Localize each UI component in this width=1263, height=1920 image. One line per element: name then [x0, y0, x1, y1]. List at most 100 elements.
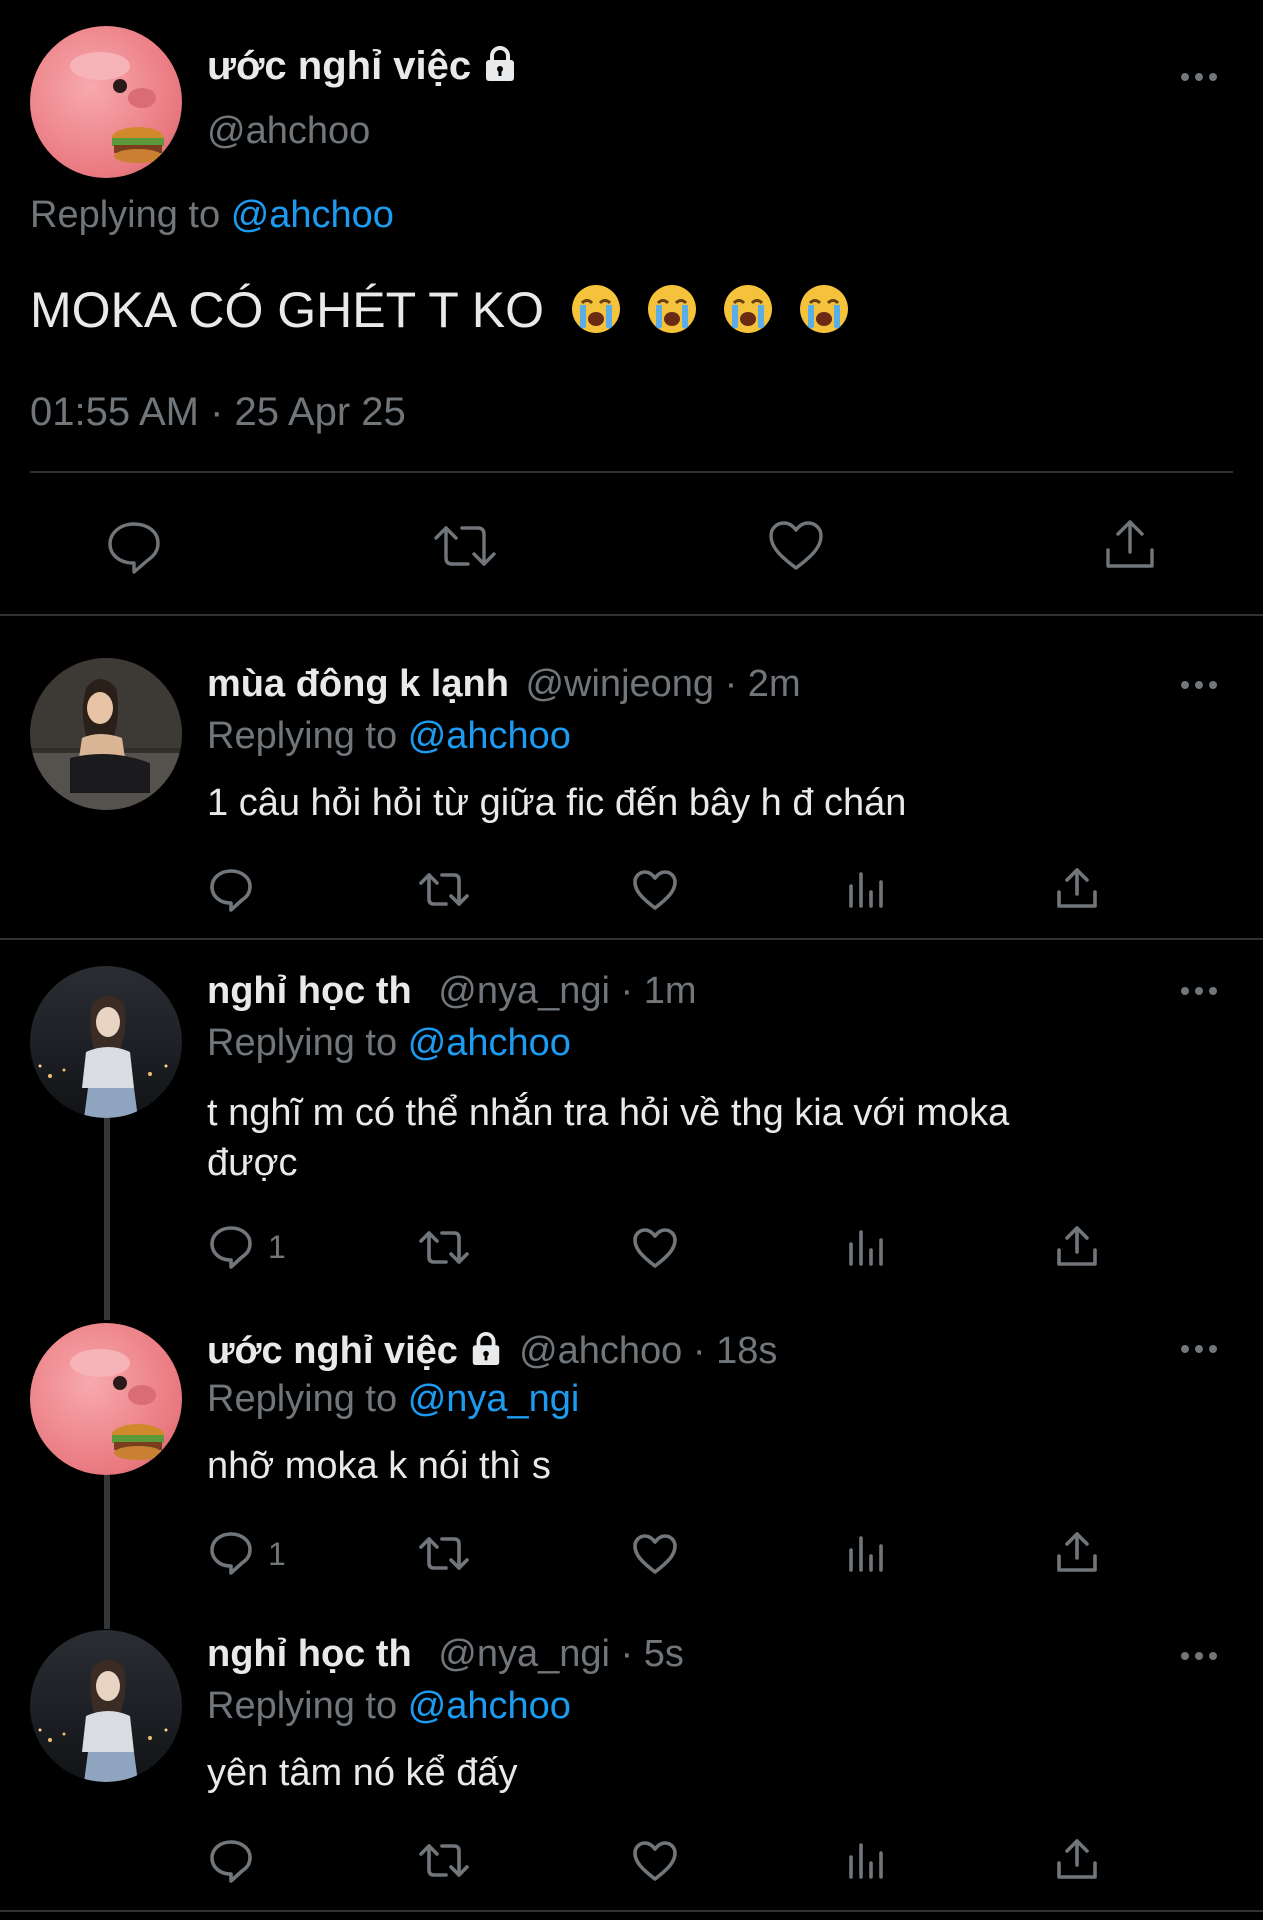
handle[interactable]: @ahchoo — [207, 110, 370, 153]
reply-meta[interactable]: @nya_ngi · 5s — [438, 1633, 684, 1675]
replying-line: Replying to @ahchoo — [207, 1685, 571, 1728]
reply-icon — [210, 1840, 252, 1883]
section-divider — [0, 1910, 1263, 1912]
share-button[interactable] — [1053, 1835, 1101, 1883]
share-button[interactable] — [1053, 1222, 1101, 1270]
avatar-nya-ngi[interactable] — [30, 966, 182, 1118]
more-icon[interactable] — [1181, 1343, 1221, 1355]
lock-icon — [472, 1332, 499, 1366]
timestamp[interactable]: 01:55 AM · 25 Apr 25 — [30, 390, 406, 435]
avatar-ahchoo[interactable] — [30, 1323, 182, 1475]
like-button[interactable] — [631, 1224, 679, 1272]
replying-line: Replying to @ahchoo — [30, 194, 394, 237]
more-icon[interactable] — [1181, 985, 1221, 997]
retweet-button[interactable] — [432, 516, 498, 576]
retweet-button[interactable] — [418, 1224, 470, 1272]
views-button[interactable] — [845, 1530, 889, 1578]
like-icon — [633, 1534, 677, 1574]
reply-text: 1 câu hỏi hỏi từ giữa fic đến bây h đ ch… — [207, 782, 907, 824]
reply-button[interactable] — [207, 865, 255, 913]
avatar-winjeong[interactable] — [30, 658, 182, 810]
like-icon — [633, 1228, 677, 1268]
like-button[interactable] — [631, 866, 679, 914]
reply-meta[interactable]: @winjeong · 2m — [525, 663, 800, 705]
share-icon — [1057, 1532, 1097, 1572]
views-button[interactable] — [845, 1837, 889, 1885]
reply-text: nhỡ moka k nói thì s — [207, 1445, 551, 1487]
divider — [30, 471, 1233, 473]
like-button[interactable] — [631, 1530, 679, 1578]
loudly-crying-face-emoji — [571, 285, 620, 333]
share-icon — [1057, 1226, 1097, 1266]
retweet-icon — [419, 1231, 469, 1264]
share-button[interactable] — [1053, 1528, 1101, 1576]
reply-display-name[interactable]: nghỉ học th — [207, 970, 412, 1012]
retweet-button[interactable] — [418, 1530, 470, 1578]
reply-display-name[interactable]: ước nghỉ việc — [207, 1330, 458, 1372]
replying-to-link[interactable]: @ahchoo — [408, 1022, 571, 1064]
reply-text: t nghĩ m có thể nhắn tra hỏi về thg kia … — [207, 1088, 1009, 1188]
like-button[interactable] — [766, 516, 826, 576]
replying-to-link[interactable]: @ahchoo — [231, 194, 394, 236]
like-button[interactable] — [631, 1837, 679, 1885]
share-icon — [1106, 520, 1154, 568]
more-icon[interactable] — [1181, 71, 1221, 83]
avatar-nya-ngi[interactable] — [30, 1630, 182, 1782]
retweet-button[interactable] — [418, 1837, 470, 1885]
share-icon — [1057, 1839, 1097, 1879]
reply-button[interactable] — [104, 516, 164, 576]
replying-to-link[interactable]: @ahchoo — [408, 715, 571, 757]
avatar-ahchoo[interactable] — [30, 26, 182, 178]
more-icon[interactable] — [1181, 1650, 1221, 1662]
like-icon — [769, 521, 823, 570]
reply-text-line: t nghĩ m có thể nhắn tra hỏi về thg kia … — [207, 1092, 1010, 1134]
reply-button[interactable] — [207, 1222, 255, 1270]
reply-display-name[interactable]: mùa đông k lạnh — [207, 663, 509, 705]
retweet-icon — [434, 526, 496, 566]
reply-header: nghỉ học th @nya_ngi · 1m — [207, 970, 697, 1013]
reply-icon — [210, 1532, 252, 1575]
reply-count: 1 — [268, 1536, 286, 1572]
reply-header: mùa đông k lạnh @winjeong · 2m — [207, 663, 801, 706]
retweet-icon — [419, 1537, 469, 1570]
thread-line — [104, 1475, 110, 1629]
like-icon — [633, 870, 677, 910]
reply-icon — [108, 522, 160, 574]
replying-line: Replying to @ahchoo — [207, 1022, 571, 1065]
loudly-crying-face-emoji — [647, 285, 696, 333]
replying-prefix: Replying to — [207, 1685, 398, 1727]
reply-count: 1 — [268, 1229, 286, 1265]
replying-to-link[interactable]: @ahchoo — [408, 1685, 571, 1727]
tweet-text: MOKA CÓ GHÉT T KO — [30, 281, 850, 339]
replying-line: Replying to @ahchoo — [207, 715, 571, 758]
display-name[interactable]: ước nghỉ việc — [207, 44, 518, 89]
retweet-button[interactable] — [418, 866, 470, 914]
share-button[interactable] — [1100, 514, 1160, 574]
replying-line: Replying to @nya_ngi — [207, 1378, 579, 1421]
replying-prefix: Replying to — [207, 1022, 398, 1064]
reply-text: yên tâm nó kể đấy — [207, 1752, 518, 1794]
loudly-crying-face-emoji — [799, 285, 848, 333]
views-icon — [849, 1843, 883, 1879]
reply-button[interactable] — [207, 1836, 255, 1884]
reply-header: nghỉ học th @nya_ngi · 5s — [207, 1633, 684, 1676]
views-button[interactable] — [845, 866, 889, 914]
reply-meta[interactable]: @nya_ngi · 1m — [438, 970, 696, 1012]
retweet-icon — [419, 1844, 469, 1877]
reply-display-name[interactable]: nghỉ học th — [207, 1633, 412, 1675]
share-button[interactable] — [1053, 864, 1101, 912]
loudly-crying-face-emoji — [723, 285, 772, 333]
views-button[interactable] — [845, 1224, 889, 1272]
reply-meta[interactable]: @ahchoo · 18s — [519, 1330, 777, 1372]
reply-header: ước nghỉ việc @ahchoo · 18s — [207, 1330, 777, 1373]
more-icon[interactable] — [1181, 679, 1221, 691]
reply-icon — [210, 1226, 252, 1269]
thread-line — [104, 1116, 110, 1320]
section-divider — [0, 938, 1263, 940]
views-icon — [849, 1230, 883, 1266]
reply-button[interactable] — [207, 1528, 255, 1576]
replying-to-link[interactable]: @nya_ngi — [408, 1378, 580, 1420]
replying-prefix: Replying to — [207, 715, 398, 757]
replying-prefix: Replying to — [30, 194, 221, 236]
replying-prefix: Replying to — [207, 1378, 398, 1420]
